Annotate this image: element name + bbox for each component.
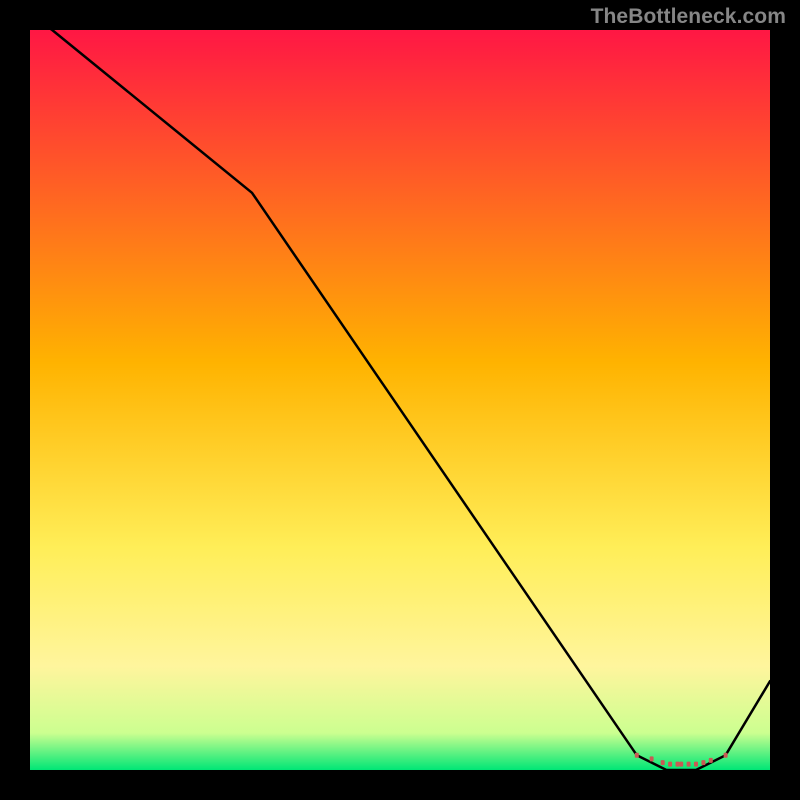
chart-marker — [709, 758, 713, 763]
chart-marker — [676, 762, 680, 767]
chart-overlay — [30, 30, 770, 770]
attribution-text: TheBottleneck.com — [591, 5, 786, 29]
chart-marker — [724, 753, 728, 758]
plot-area — [30, 30, 770, 770]
chart-marker — [701, 760, 705, 765]
chart-marker — [635, 753, 639, 758]
chart-container: TheBottleneck.com — [0, 0, 800, 800]
chart-marker — [687, 762, 691, 767]
chart-marker — [679, 762, 683, 767]
chart-markers — [635, 753, 728, 767]
chart-line — [30, 30, 770, 770]
chart-marker — [668, 762, 672, 767]
chart-marker — [694, 762, 698, 767]
chart-marker — [650, 756, 654, 761]
chart-marker — [661, 760, 665, 765]
